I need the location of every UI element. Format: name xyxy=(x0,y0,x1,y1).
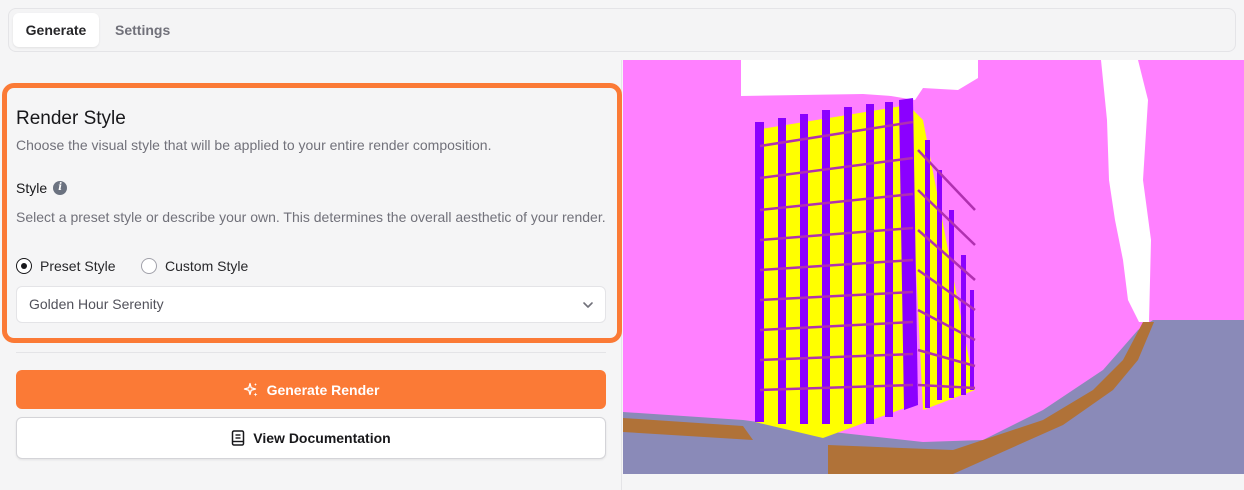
preset-style-select[interactable]: Golden Hour Serenity xyxy=(16,286,606,323)
segmentation-map xyxy=(623,60,1244,474)
tab-settings[interactable]: Settings xyxy=(103,13,182,47)
render-preview-image xyxy=(623,60,1244,474)
section-title: Render Style xyxy=(16,108,126,129)
generate-render-label: Generate Render xyxy=(266,381,380,398)
tab-bar: Generate Settings xyxy=(8,8,1236,52)
radio-label: Preset Style xyxy=(40,258,116,274)
book-icon xyxy=(232,430,245,446)
divider xyxy=(16,352,606,353)
style-label: Style xyxy=(16,180,48,196)
info-icon[interactable]: i xyxy=(53,181,68,195)
select-value: Golden Hour Serenity xyxy=(29,296,164,312)
tab-generate[interactable]: Generate xyxy=(13,13,99,47)
style-help-text: Select a preset style or describe your o… xyxy=(16,209,606,225)
left-panel: Render Style Choose the visual style tha… xyxy=(0,60,622,490)
radio-label: Custom Style xyxy=(165,258,249,274)
radio-preset-style[interactable]: Preset Style xyxy=(16,258,115,274)
view-documentation-button[interactable]: View Documentation xyxy=(16,417,606,459)
chevron-down-icon xyxy=(583,302,593,308)
section-description: Choose the visual style that will be app… xyxy=(16,137,492,153)
sparkle-icon xyxy=(243,382,258,396)
generate-render-button[interactable]: Generate Render xyxy=(16,370,606,409)
radio-button-checked[interactable] xyxy=(16,258,32,274)
radio-custom-style[interactable]: Custom Style xyxy=(141,258,248,274)
view-documentation-label: View Documentation xyxy=(253,430,391,446)
style-label-row: Style i xyxy=(16,180,68,196)
radio-button[interactable] xyxy=(141,258,157,274)
